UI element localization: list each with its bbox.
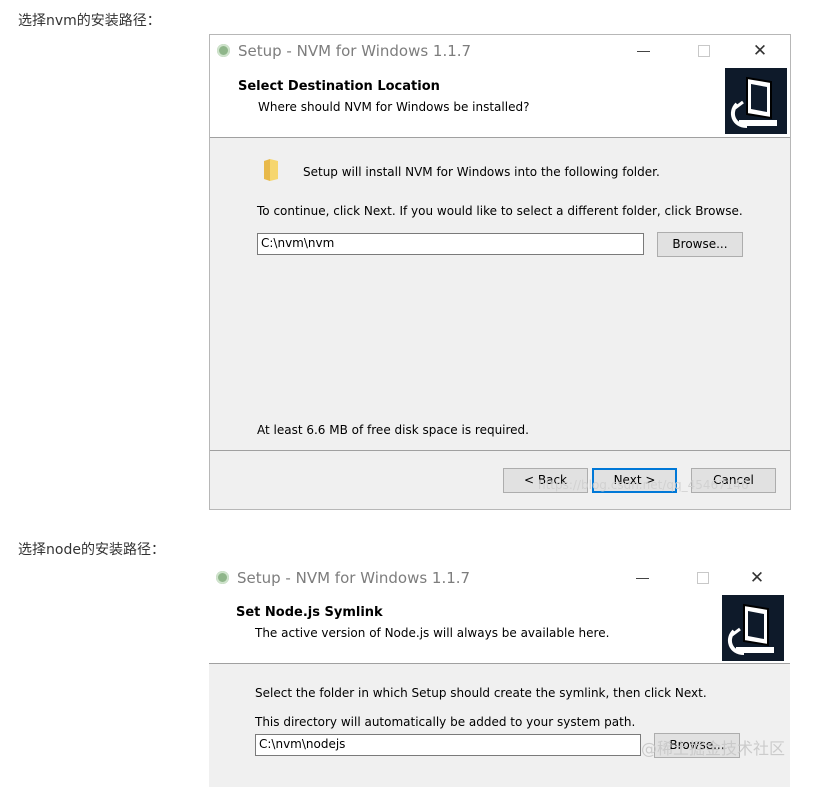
browse-button[interactable]: Browse...: [657, 232, 743, 257]
system-path-note: This directory will automatically be add…: [255, 715, 636, 729]
browse-button[interactable]: Browse...: [654, 733, 740, 758]
close-icon[interactable]: ✕: [747, 568, 767, 588]
maximize-icon: [693, 568, 713, 588]
instruction-text: To continue, click Next. If you would li…: [257, 204, 743, 218]
title-bar[interactable]: Setup - NVM for Windows 1.1.7 ✕: [210, 35, 790, 67]
app-icon: [217, 44, 230, 57]
wizard-body: Select the folder in which Setup should …: [209, 664, 790, 787]
next-button[interactable]: Next >: [592, 468, 677, 493]
wizard-footer: < Back Next > Cancel https://blog.csdn.n…: [210, 451, 790, 509]
page-subtitle: The active version of Node.js will alway…: [255, 626, 610, 640]
window-title: Setup - NVM for Windows 1.1.7: [238, 42, 472, 60]
window-title: Setup - NVM for Windows 1.1.7: [237, 569, 471, 587]
caption-node-path: 选择node的安装路径：: [18, 542, 165, 558]
maximize-icon: [694, 41, 714, 61]
back-button[interactable]: < Back: [503, 468, 588, 493]
minimize-icon[interactable]: [633, 568, 653, 588]
page-title: Select Destination Location: [238, 79, 440, 94]
app-icon: [216, 571, 229, 584]
cancel-button[interactable]: Cancel: [691, 468, 776, 493]
close-icon[interactable]: ✕: [750, 41, 770, 61]
title-bar[interactable]: Setup - NVM for Windows 1.1.7 ✕: [209, 562, 790, 594]
disk-space-text: At least 6.6 MB of free disk space is re…: [257, 423, 529, 437]
caption-nvm-path: 选择nvm的安装路径：: [18, 13, 161, 29]
install-info-text: Setup will install NVM for Windows into …: [303, 165, 660, 179]
page-subtitle: Where should NVM for Windows be installe…: [258, 100, 530, 114]
instruction-text: Select the folder in which Setup should …: [255, 686, 707, 700]
folder-icon: [264, 159, 278, 181]
setup-dialog-destination: Setup - NVM for Windows 1.1.7 ✕ Select D…: [209, 34, 791, 510]
installer-logo-icon: [722, 595, 784, 661]
setup-dialog-symlink: Setup - NVM for Windows 1.1.7 ✕ Set Node…: [209, 562, 790, 787]
symlink-path-input[interactable]: C:\nvm\nodejs: [255, 734, 641, 756]
wizard-header: Set Node.js Symlink The active version o…: [209, 594, 790, 664]
destination-path-input[interactable]: C:\nvm\nvm: [257, 233, 644, 255]
page-title: Set Node.js Symlink: [236, 605, 383, 620]
minimize-icon[interactable]: [634, 41, 654, 61]
wizard-body: Setup will install NVM for Windows into …: [210, 138, 790, 450]
wizard-header: Select Destination Location Where should…: [210, 67, 790, 137]
installer-logo-icon: [725, 68, 787, 134]
